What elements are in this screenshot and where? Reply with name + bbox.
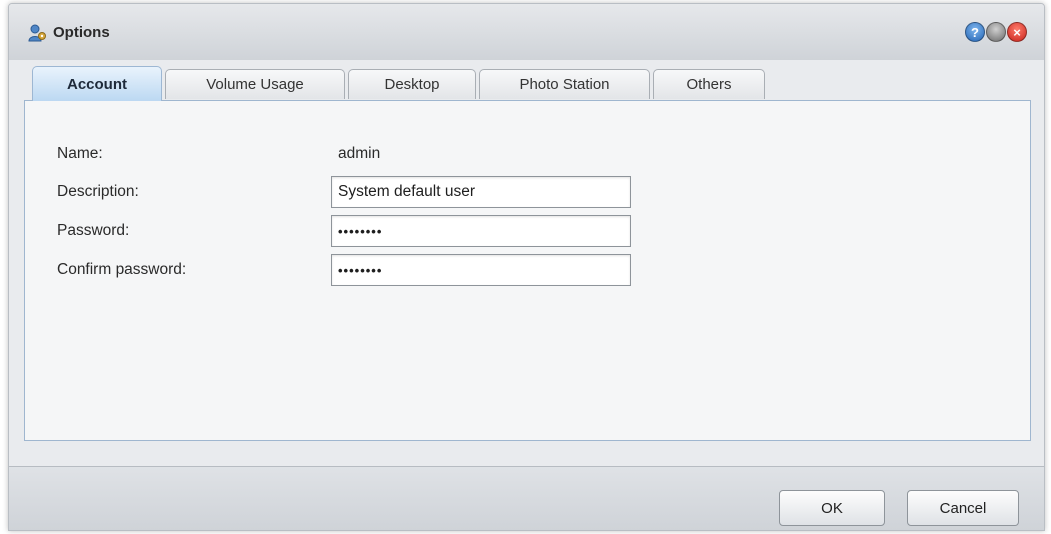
dialog-footer: OK Cancel bbox=[9, 466, 1044, 530]
description-label: Description: bbox=[57, 183, 139, 200]
tab-desktop[interactable]: Desktop bbox=[348, 69, 476, 99]
confirm-password-label: Confirm password: bbox=[57, 261, 187, 278]
cancel-button[interactable]: Cancel bbox=[907, 490, 1019, 526]
confirm-password-field[interactable]: •••••••• bbox=[331, 254, 631, 286]
user-settings-icon bbox=[27, 23, 47, 43]
help-icon[interactable]: ? bbox=[965, 22, 985, 42]
tab-strip: Account Volume Usage Desktop Photo Stati… bbox=[24, 66, 1029, 101]
tab-volume-usage[interactable]: Volume Usage bbox=[165, 69, 345, 99]
tab-account[interactable]: Account bbox=[32, 66, 162, 101]
options-dialog: Options ? × Account Volume Usage Desktop… bbox=[8, 3, 1045, 531]
tab-others[interactable]: Others bbox=[653, 69, 765, 99]
window-title: Options bbox=[53, 24, 110, 41]
password-field[interactable]: •••••••• bbox=[331, 215, 631, 247]
name-value: admin bbox=[338, 145, 381, 162]
description-field[interactable]: System default user bbox=[331, 176, 631, 208]
name-label: Name: bbox=[57, 145, 103, 162]
minimize-icon[interactable] bbox=[986, 22, 1006, 42]
account-panel: Name: admin Description: System default … bbox=[24, 100, 1031, 441]
title-bar[interactable]: Options ? × bbox=[9, 4, 1044, 60]
close-icon[interactable]: × bbox=[1007, 22, 1027, 42]
password-label: Password: bbox=[57, 222, 130, 239]
tab-photo-station[interactable]: Photo Station bbox=[479, 69, 650, 99]
ok-button[interactable]: OK bbox=[779, 490, 885, 526]
